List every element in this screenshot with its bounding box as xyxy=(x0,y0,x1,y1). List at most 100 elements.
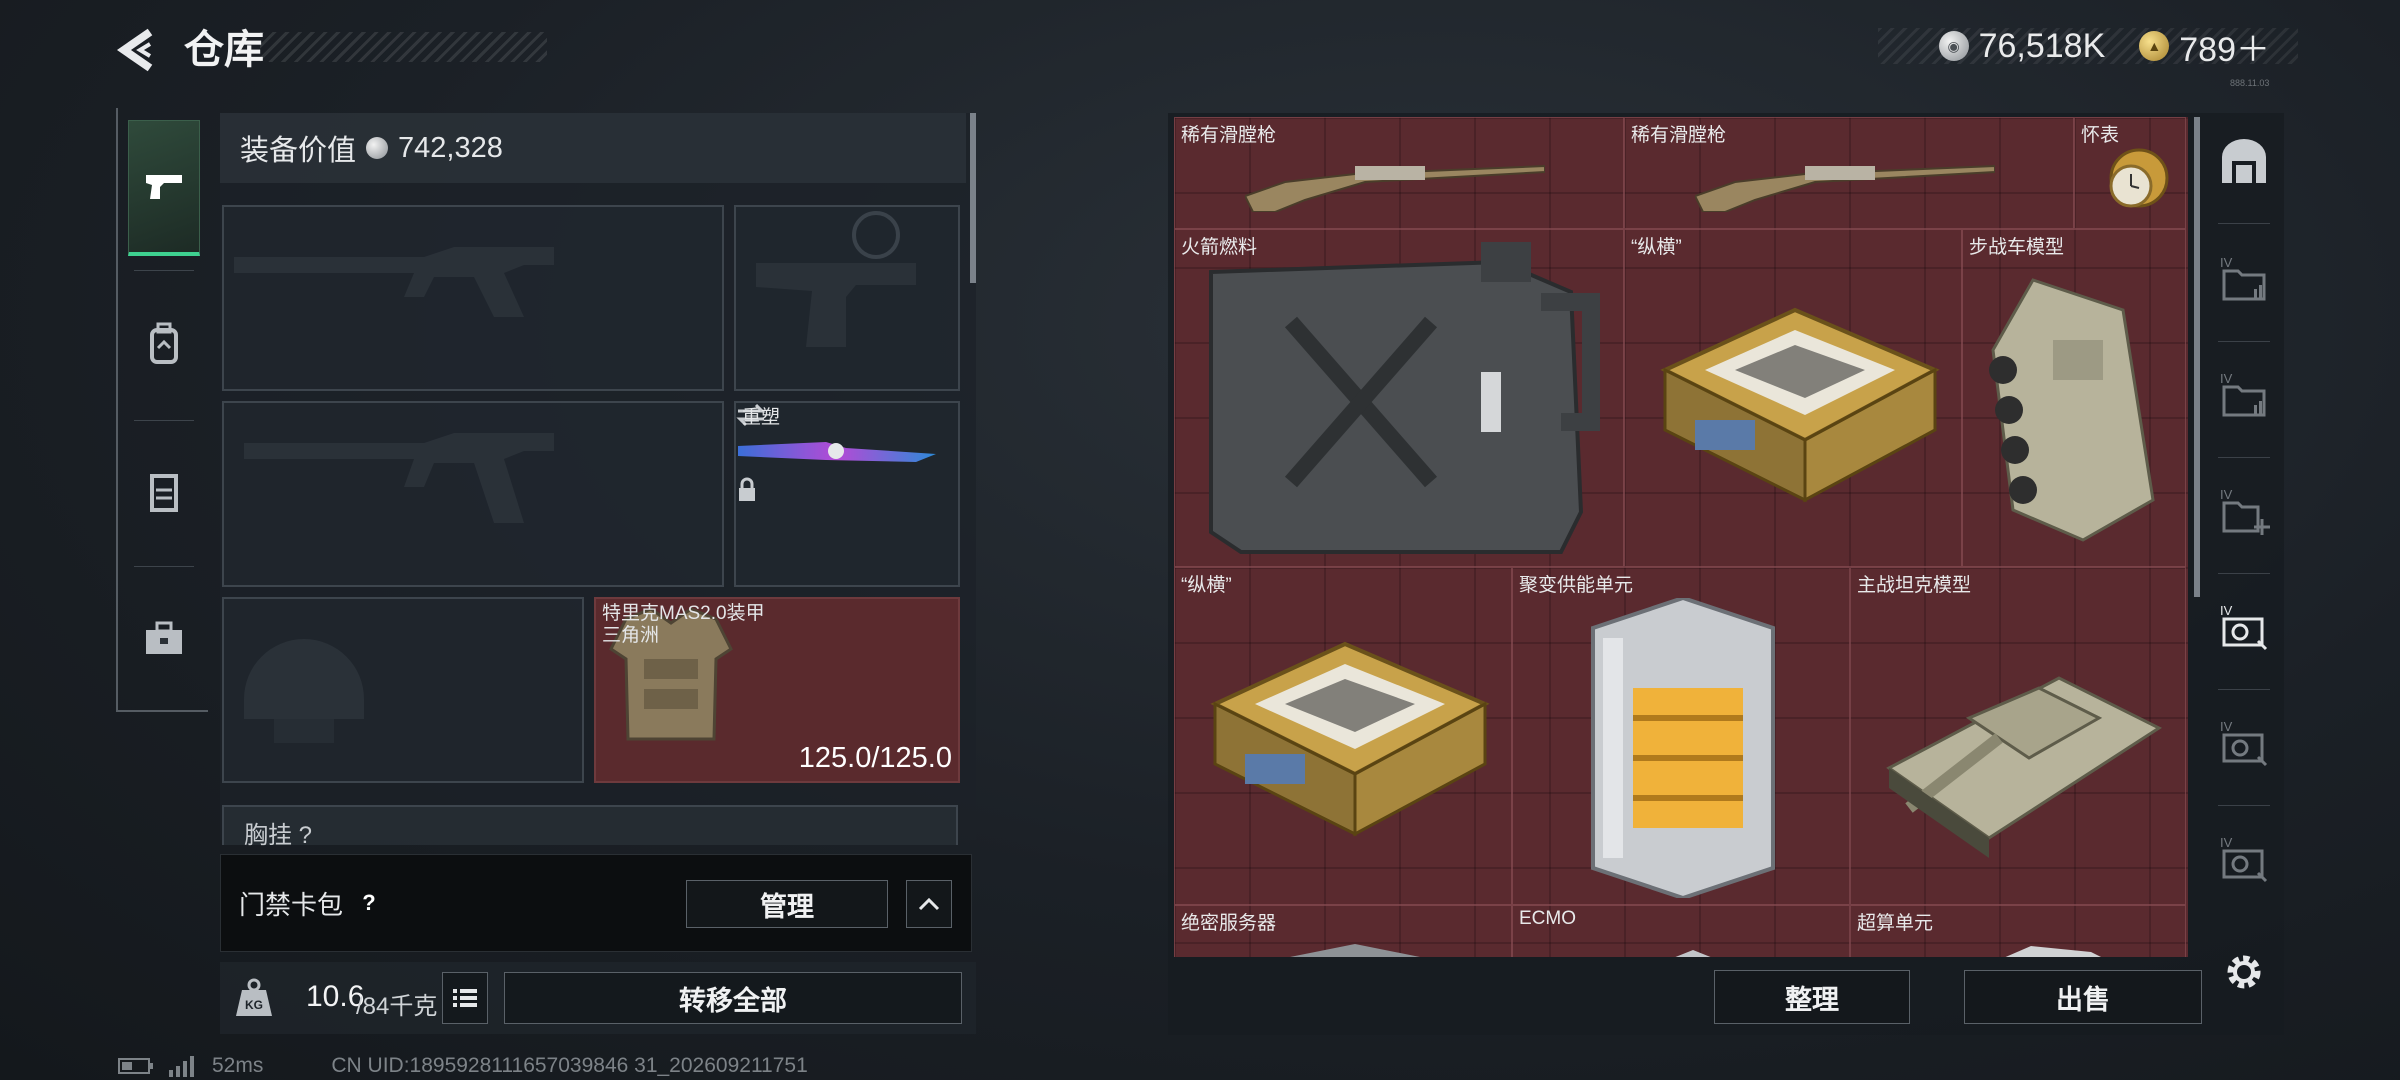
gold-currency-value[interactable]: 789＋ xyxy=(2179,22,2270,71)
silver-coin-icon: ◉ xyxy=(1938,31,1969,61)
status-line: 52ms CN UID:1895928111657039846 31_20260… xyxy=(118,1054,808,1078)
stash-tab-iv-camera-2[interactable]: IV xyxy=(2212,697,2276,789)
camera-folder-icon: IV xyxy=(2220,835,2268,883)
stash-item-top-secret-server[interactable]: 绝密服务器 xyxy=(1174,905,1512,957)
stash-item-ifv-model[interactable]: 步战车模型 xyxy=(1962,229,2186,567)
musket-icon xyxy=(1245,164,1545,212)
settings-button[interactable] xyxy=(2218,946,2270,998)
list-icon xyxy=(453,989,477,1007)
warehouse-icon xyxy=(2222,139,2266,183)
list-view-button[interactable] xyxy=(442,972,488,1024)
stash-item-ecmo[interactable]: ECMO xyxy=(1512,905,1850,957)
stash-item-rocket-fuel[interactable]: 火箭燃料 xyxy=(1174,229,1624,567)
expand-button[interactable] xyxy=(906,880,952,928)
armor-name-line1: 特里克MAS2.0装甲 xyxy=(602,603,765,624)
camera-folder-icon: IV xyxy=(2220,603,2268,651)
currency-bar: ◉ 76,518K ▲ 789＋ xyxy=(1878,27,2298,69)
stash-tab-iv-folder-2[interactable]: IV xyxy=(2212,349,2276,441)
item-label: 超算单元 xyxy=(1857,913,1934,934)
folder-icon: IV xyxy=(2220,255,2266,301)
ecmo-icon xyxy=(1675,950,1711,957)
item-label: 步战车模型 xyxy=(1969,237,2065,258)
melee-slot[interactable]: 重塑 xyxy=(734,401,960,587)
weight-icon: KG xyxy=(232,976,276,1020)
sell-button[interactable]: 出售 xyxy=(1964,970,2202,1024)
jerry-can-icon xyxy=(1209,242,1600,554)
stash-tab-iv-camera-3[interactable]: IV xyxy=(2212,813,2276,905)
stash-item-musket[interactable]: 稀有滑膛枪 xyxy=(1174,117,1624,229)
stash-tab-iv-folder-1[interactable]: IV xyxy=(2212,233,2276,325)
stash-item-chess-set[interactable]: “纵横” xyxy=(1174,567,1512,905)
armor-name-line2: 三角洲 xyxy=(602,625,660,646)
equipment-value-label: 装备价值 xyxy=(240,135,357,167)
folder-icon: IV xyxy=(2220,371,2266,417)
stash-tab-iv-camera-active[interactable]: IV xyxy=(2212,581,2276,673)
back-button[interactable] xyxy=(112,22,162,78)
stash-item-supercomputing-unit[interactable]: 超算单元 xyxy=(1850,905,2186,957)
stash-tab-home[interactable] xyxy=(2212,115,2276,207)
svg-text:IV: IV xyxy=(2220,719,2233,734)
rifle-silhouette-icon xyxy=(234,247,554,317)
category-case[interactable] xyxy=(128,570,200,706)
category-backpack[interactable] xyxy=(128,276,200,412)
stash-panel: 稀有滑膛枪 稀有滑膛枪 怀表 火箭燃料 “纵横” 步战车模型 “纵横” 聚变供能… xyxy=(1168,113,2284,1035)
armor-slot[interactable]: 特里克MAS2.0装甲 三角洲 125.0/125.0 xyxy=(594,597,960,783)
chess-box-icon xyxy=(1210,641,1490,837)
svg-text:IV: IV xyxy=(2220,255,2233,270)
transfer-all-button[interactable]: 转移全部 xyxy=(504,972,962,1024)
equipment-scrollbar[interactable] xyxy=(970,113,976,283)
stash-grid: 稀有滑膛枪 稀有滑膛枪 怀表 火箭燃料 “纵横” 步战车模型 “纵横” 聚变供能… xyxy=(1174,117,2188,957)
stash-item-chess-set[interactable]: “纵横” xyxy=(1624,229,1962,567)
pistol-silhouette-icon xyxy=(756,211,916,347)
stash-scrollbar[interactable] xyxy=(2194,117,2200,597)
stash-item-pocket-watch[interactable]: 怀表 xyxy=(2074,117,2186,229)
item-label: 聚变供能单元 xyxy=(1519,575,1634,596)
stash-item-fusion-power-unit[interactable]: 聚变供能单元 xyxy=(1512,567,1850,905)
category-nav xyxy=(116,108,208,712)
category-weapons[interactable] xyxy=(128,120,200,256)
folder-add-icon: IV xyxy=(2220,487,2270,535)
sort-button[interactable]: 整理 xyxy=(1714,970,1910,1024)
chess-box-icon xyxy=(1660,307,1940,503)
primary-weapon-slot[interactable] xyxy=(222,205,724,391)
item-label: 主战坦克模型 xyxy=(1857,575,1972,596)
title-decoration xyxy=(260,32,547,62)
ifv-model-icon xyxy=(1989,278,2155,542)
equipment-panel: 装备价值 742,328 重塑 特里克MAS2.0装甲 三角洲 125.0/12… xyxy=(220,113,976,849)
stash-item-musket[interactable]: 稀有滑膛枪 xyxy=(1624,117,2074,229)
svg-text:IV: IV xyxy=(2220,603,2233,618)
svg-text:KG: KG xyxy=(245,998,263,1012)
stash-item-tank-model[interactable]: 主战坦克模型 xyxy=(1850,567,2186,905)
secondary-weapon-slot[interactable] xyxy=(222,401,724,587)
svg-text:IV: IV xyxy=(2220,487,2233,502)
helmet-silhouette-icon xyxy=(244,639,364,743)
keycard-label: 门禁卡包 xyxy=(239,889,344,920)
gear-icon xyxy=(2227,955,2261,989)
tank-model-icon xyxy=(1886,676,2163,858)
item-label: “纵横” xyxy=(1181,575,1232,596)
knife-icon xyxy=(738,442,936,462)
stash-tab-iv-add[interactable]: IV xyxy=(2212,465,2276,557)
armor-durability: 125.0/125.0 xyxy=(798,742,952,774)
chevron-up-icon xyxy=(918,897,940,911)
rifle-silhouette-icon xyxy=(244,433,554,523)
svg-text:IV: IV xyxy=(2220,835,2233,850)
pistol-icon xyxy=(146,174,182,199)
armor-name: 特里克MAS2.0装甲 三角洲 xyxy=(602,603,765,647)
manage-button[interactable]: 管理 xyxy=(686,880,888,928)
gold-coin-icon: ▲ xyxy=(2139,31,2170,61)
ping-text: 52ms xyxy=(212,1054,264,1077)
version-text: 888.11.03 xyxy=(2230,78,2270,88)
pistol-slot[interactable] xyxy=(734,205,960,391)
server-icon xyxy=(1290,944,1420,957)
item-label: 绝密服务器 xyxy=(1181,913,1277,934)
help-icon[interactable]: ? xyxy=(355,889,383,917)
helmet-slot[interactable] xyxy=(222,597,584,783)
backpack-icon xyxy=(150,322,178,364)
silver-coin-icon xyxy=(366,137,389,159)
category-chest-rig[interactable] xyxy=(128,424,200,560)
supercomputer-icon xyxy=(2005,946,2101,957)
battery-icon xyxy=(118,1058,153,1074)
chest-rig-slot[interactable]: 胸挂 ? xyxy=(222,805,958,849)
musket-icon xyxy=(1695,164,1995,212)
